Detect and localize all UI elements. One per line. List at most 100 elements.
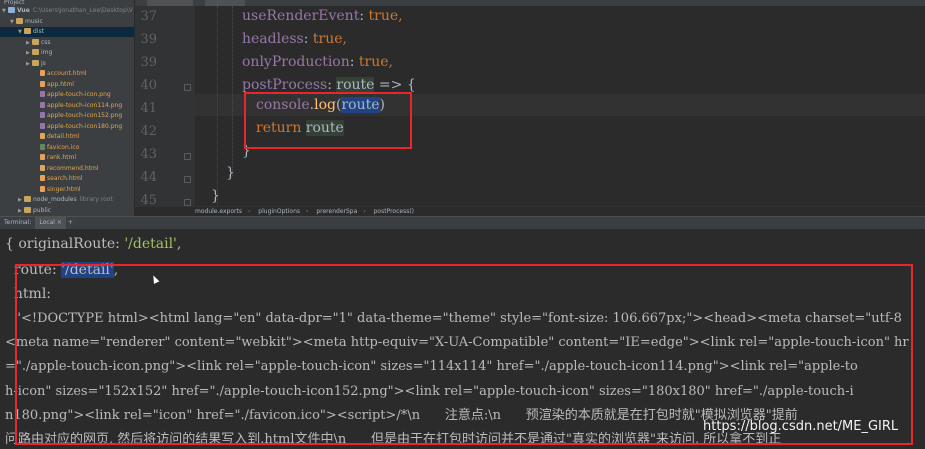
close-icon[interactable]: × (57, 219, 62, 226)
tree-item-label: music (25, 17, 43, 25)
tree-item-label: apple-touch-icon.png (47, 91, 111, 98)
line-number: 41 (140, 101, 157, 116)
terminal-label: Terminal: (4, 219, 32, 226)
tree-item[interactable]: ▶ public (0, 206, 51, 216)
terminal-output[interactable]: { originalRoute: '/detail', route: '/det… (0, 229, 925, 449)
terminal-tab-bar: Terminal: Local × + (0, 216, 925, 229)
folder-icon (32, 49, 39, 55)
breadcrumb-item[interactable]: postProcess() (374, 208, 414, 215)
tree-item[interactable]: apple-touch-icon180.png (0, 122, 122, 132)
png-file-icon (40, 112, 45, 118)
tree-item-label: img (41, 49, 53, 56)
indent-guide (232, 6, 233, 176)
line-number: 37 (140, 9, 157, 24)
code-line-38: headless: true, (242, 31, 347, 47)
editor-tab[interactable] (205, 0, 245, 6)
terminal-tab-local[interactable]: Local × (35, 217, 66, 229)
ico-file-icon (40, 143, 45, 150)
code-line-45: } (211, 188, 220, 204)
tree-item[interactable]: detail.html (0, 132, 79, 142)
tree-item[interactable]: apple-touch-icon114.png (0, 101, 122, 111)
tree-item[interactable]: app.html (0, 80, 74, 90)
tree-item-label: dist (33, 28, 44, 35)
png-file-icon (40, 91, 45, 97)
html-file-icon (40, 185, 45, 192)
fold-marker-icon[interactable] (184, 199, 191, 206)
tree-item-path: library root (79, 196, 113, 203)
tree-item-label: apple-touch-icon180.png (47, 122, 123, 130)
tree-item[interactable]: ▶ js (0, 59, 46, 69)
tree-item[interactable]: ▼ music (0, 17, 43, 27)
tree-item-label: Vue (17, 7, 30, 14)
line-number: 39 (140, 32, 157, 47)
tree-item-path: C:\Users\Jonathan_Lee\Desktop\V (32, 7, 133, 14)
tree-item-label: node_modules (33, 196, 77, 203)
add-terminal-icon[interactable]: + (68, 219, 73, 226)
html-file-icon (40, 70, 45, 76)
line-number: 39 (140, 55, 157, 70)
tree-item-label: rank.html (47, 154, 76, 161)
png-file-icon (40, 101, 45, 108)
terminal-tab-label: Local (39, 219, 55, 226)
tree-item-label: recommend.html (47, 164, 99, 172)
tree-item[interactable]: ▼ dist (0, 27, 134, 37)
folder-icon (24, 206, 31, 213)
breadcrumb-item[interactable]: module.exports (195, 208, 242, 215)
tree-item[interactable]: favicon.ico (0, 143, 79, 153)
tree-item-label: js (41, 59, 46, 67)
indent-guide (217, 6, 218, 206)
annotation-box-output (15, 264, 913, 445)
tree-item-label: public (33, 206, 52, 214)
html-file-icon (40, 164, 45, 171)
tree-item-label: favicon.ico (47, 143, 80, 151)
tree-item[interactable]: ▶ css (0, 38, 51, 48)
breadcrumb: module.exports › pluginOptions › prerender… (135, 206, 925, 216)
html-file-icon (40, 154, 45, 160)
tree-item-label: detail.html (47, 133, 80, 140)
watermark: https://blog.csdn.net/ME_GIRL (703, 419, 899, 434)
folder-icon (24, 196, 31, 202)
folder-icon (24, 28, 31, 34)
tree-item-label: apple-touch-icon152.png (47, 112, 123, 119)
tree-item[interactable]: apple-touch-icon152.png (0, 111, 122, 121)
breadcrumb-item[interactable]: prerenderSpa (316, 208, 357, 215)
tree-item[interactable]: ▼ Vue C:\Users\Jonathan_Lee\Desktop\V (0, 6, 133, 16)
fold-marker-icon[interactable] (184, 84, 191, 91)
tree-item[interactable]: ▶ img (0, 48, 52, 58)
project-tree-panel: Project ▼ Vue C:\Users\Jonathan_Lee\Deskto… (0, 0, 135, 216)
tree-item-label: singer.html (47, 185, 81, 193)
tree-item-label: apple-touch-icon114.png (47, 101, 123, 109)
html-file-icon (40, 133, 45, 139)
annotation-box-code (244, 92, 412, 149)
html-file-icon (40, 175, 45, 181)
tree-item[interactable]: search.html (0, 174, 83, 184)
folder-icon (16, 17, 23, 24)
tree-item[interactable]: account.html (0, 69, 86, 79)
code-line-39: onlyProduction: true, (242, 54, 393, 70)
tree-item[interactable]: apple-touch-icon.png (0, 90, 111, 100)
line-number: 40 (140, 78, 157, 93)
png-file-icon (40, 122, 45, 129)
tree-item-label: search.html (47, 175, 83, 182)
tree-item[interactable]: ▶ node_modules library root (0, 195, 113, 205)
breadcrumb-item[interactable]: pluginOptions (258, 208, 300, 215)
tree-item[interactable]: recommend.html (0, 164, 99, 174)
tree-item[interactable]: singer.html (0, 185, 81, 195)
line-number: 42 (140, 124, 157, 139)
line-number: 43 (140, 147, 157, 162)
folder-icon (32, 59, 39, 66)
tree-item-label: css (41, 38, 51, 46)
code-line-37: useRenderEvent: true, (242, 8, 403, 24)
fold-marker-icon[interactable] (184, 176, 191, 183)
folder-icon (32, 38, 39, 45)
line-number-gutter: 37 39 39 40 41 42 43 44 45 (135, 6, 195, 208)
html-file-icon (40, 80, 45, 87)
terminal-line: { originalRoute: '/detail', (5, 236, 182, 252)
code-line-44: } (226, 165, 235, 181)
tree-item[interactable]: rank.html (0, 153, 76, 163)
fold-marker-icon[interactable] (184, 153, 191, 160)
tree-item-label: app.html (47, 80, 74, 88)
line-number: 44 (140, 170, 157, 185)
folder-icon (8, 7, 15, 13)
tree-item-label: account.html (47, 70, 87, 77)
